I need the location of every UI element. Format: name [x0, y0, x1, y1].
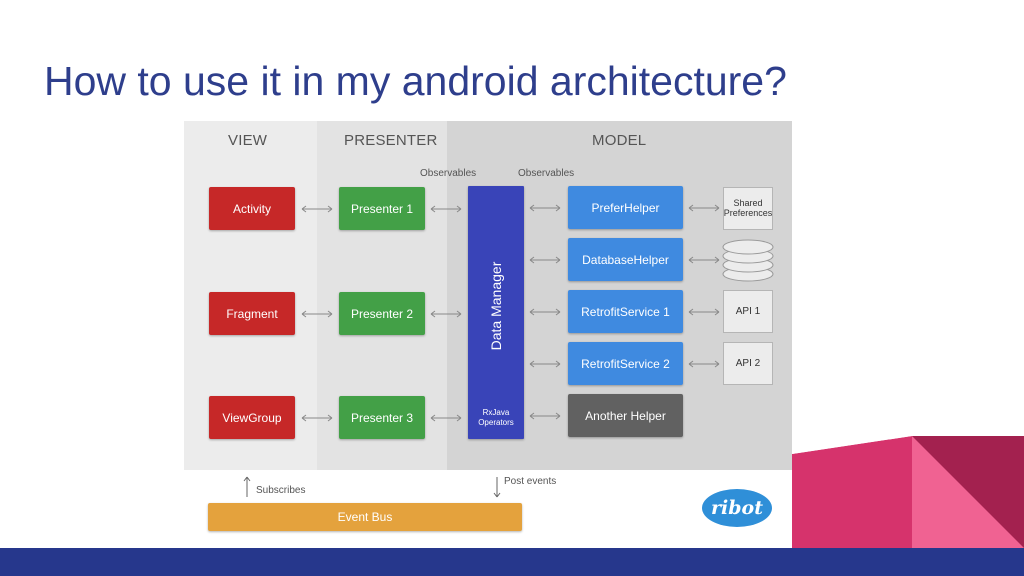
another-helper-box: Another Helper — [568, 394, 683, 437]
preferences-label: Preferences — [723, 207, 773, 218]
presenter-2-box: Presenter 2 — [339, 292, 425, 335]
post-events-down-arrow — [493, 477, 501, 498]
datamanager-helper-arrow-5 — [529, 412, 561, 420]
retrofit-service-2-box: RetrofitService 2 — [568, 342, 683, 385]
view-presenter-arrow-3 — [301, 414, 333, 422]
slide-title: How to use it in my android architecture… — [44, 58, 787, 104]
corner-decoration — [792, 436, 1024, 548]
presenter-3-box: Presenter 3 — [339, 396, 425, 439]
data-manager-label: Data Manager — [488, 261, 504, 351]
datamanager-helper-arrow-3 — [529, 308, 561, 316]
viewgroup-box: ViewGroup — [209, 396, 295, 439]
helper-side-arrow-2 — [688, 256, 720, 264]
retrofit-service-1-box: RetrofitService 1 — [568, 290, 683, 333]
database-icon — [722, 239, 774, 282]
data-manager-box: Data Manager RxJava Operators — [468, 186, 524, 439]
post-events-label: Post events — [504, 476, 557, 487]
subscribes-label: Subscribes — [256, 485, 306, 496]
datamanager-helper-arrow-2 — [529, 256, 561, 264]
shared-preferences-box: Shared Preferences — [723, 187, 773, 230]
datamanager-helper-arrow-4 — [529, 360, 561, 368]
presenter-datamanager-arrow-3 — [430, 414, 462, 422]
api-1-box: API 1 — [723, 290, 773, 333]
footer-bar — [0, 548, 1024, 576]
helper-side-arrow-3 — [688, 308, 720, 316]
helper-side-arrow-1 — [688, 204, 720, 212]
api-2-box: API 2 — [723, 342, 773, 385]
event-bus-bar: Event Bus — [208, 503, 522, 531]
observables-label-left: Observables — [420, 168, 477, 179]
architecture-diagram: VIEW PRESENTER MODEL Observables Observa… — [184, 121, 792, 533]
ribot-logo: ribot — [702, 489, 772, 527]
presenter-heading: PRESENTER — [344, 132, 438, 149]
database-helper-box: DatabaseHelper — [568, 238, 683, 281]
view-heading: VIEW — [228, 132, 268, 149]
operators-label: Operators — [478, 418, 514, 428]
rxjava-label: RxJava — [482, 408, 510, 417]
datamanager-helper-arrow-1 — [529, 204, 561, 212]
fragment-box: Fragment — [209, 292, 295, 335]
activity-box: Activity — [209, 187, 295, 230]
subscribes-up-arrow — [243, 476, 251, 497]
presenter-1-box: Presenter 1 — [339, 187, 425, 230]
helper-side-arrow-4 — [688, 360, 720, 368]
presenter-datamanager-arrow-1 — [430, 205, 462, 213]
presenter-datamanager-arrow-2 — [430, 310, 462, 318]
observables-label-right: Observables — [518, 168, 575, 179]
prefer-helper-box: PreferHelper — [568, 186, 683, 229]
view-presenter-arrow-2 — [301, 310, 333, 318]
model-heading: MODEL — [592, 132, 647, 149]
view-presenter-arrow-1 — [301, 205, 333, 213]
